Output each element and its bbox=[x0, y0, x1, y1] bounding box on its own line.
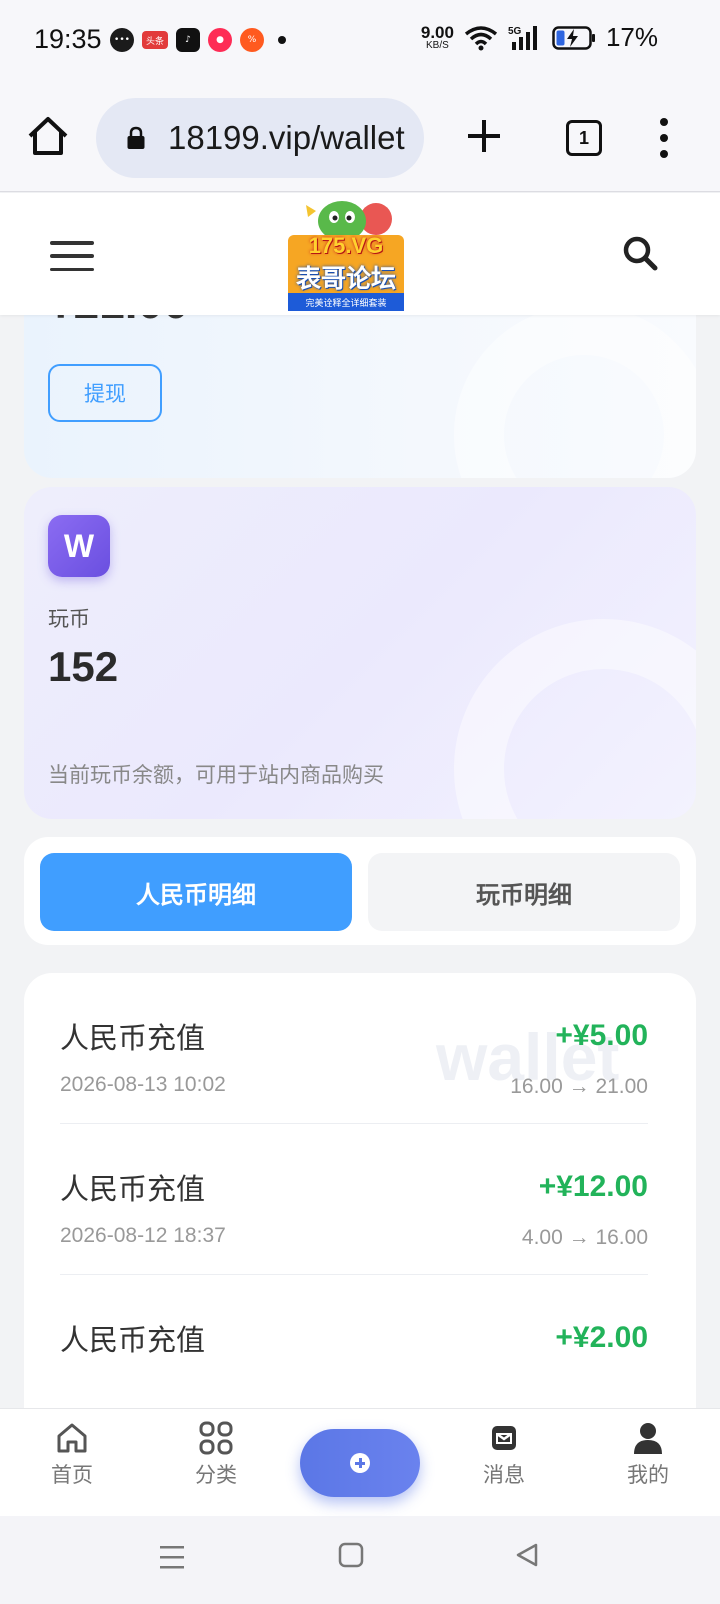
battery-percent: 17% bbox=[605, 22, 658, 52]
tab-coin-details[interactable]: 玩币明细 bbox=[368, 853, 680, 931]
nav-profile[interactable]: 我的 bbox=[598, 1421, 698, 1489]
wallet-content[interactable]: ¥21.00 提现 W 玩币 152 当前玩币余额，可用于站内商品购买 人民币明… bbox=[0, 315, 720, 1408]
transaction-list: wallet 人民币充值 2026-08-13 10:02 +¥5.00 16.… bbox=[24, 973, 696, 1408]
transaction-title: 人民币充值 bbox=[60, 1323, 206, 1357]
nav-messages-label: 消息 bbox=[483, 1463, 525, 1487]
detail-tabs: 人民币明细 玩币明细 bbox=[24, 837, 696, 945]
transaction-date: 2026-08-12 18:37 bbox=[60, 1224, 226, 1247]
new-tab-plus-icon[interactable] bbox=[466, 118, 502, 154]
toutiao-icon: 头条 bbox=[142, 31, 168, 49]
nav-category[interactable]: 分类 bbox=[166, 1421, 266, 1489]
transaction-amount: +¥12.00 bbox=[538, 1170, 648, 1203]
list-item[interactable]: 人民币充值 2026-08-13 10:02 +¥5.00 16.00 → 21… bbox=[60, 973, 648, 1124]
coin-badge: W bbox=[48, 515, 110, 577]
plus-circle-icon bbox=[350, 1453, 370, 1473]
transaction-balance-change: 16.00 → 21.00 bbox=[510, 1075, 648, 1098]
transaction-date: 2026-08-13 10:02 bbox=[60, 1073, 226, 1096]
withdraw-button[interactable]: 提现 bbox=[48, 364, 162, 422]
tiktok-icon: ♪ bbox=[176, 28, 200, 52]
logo-subtitle: 表哥论坛 bbox=[295, 264, 396, 293]
message-icon: ••• bbox=[110, 28, 134, 52]
coin-description: 当前玩币余额，可用于站内商品购买 bbox=[48, 763, 384, 787]
search-icon[interactable] bbox=[622, 235, 658, 271]
bottom-navigation: 首页 分类 消息 我的 bbox=[0, 1408, 720, 1516]
battery-charging-icon bbox=[552, 25, 595, 50]
rmb-balance-amount: ¥21.00 bbox=[48, 315, 189, 329]
nav-home[interactable]: 首页 bbox=[22, 1421, 122, 1489]
rmb-balance-card: ¥21.00 提现 bbox=[24, 315, 696, 478]
app-orange-icon: % bbox=[240, 28, 264, 52]
wifi-icon bbox=[464, 25, 498, 50]
nav-messages[interactable]: 消息 bbox=[454, 1421, 554, 1489]
logo-title: 175.VG bbox=[308, 233, 384, 258]
list-item[interactable]: 人民币充值 +¥2.00 bbox=[60, 1275, 648, 1408]
coin-balance-card: W 玩币 152 当前玩币余额，可用于站内商品购买 bbox=[24, 487, 696, 819]
transaction-balance-change: 4.00 → 16.00 bbox=[521, 1226, 648, 1249]
post-add-button[interactable] bbox=[300, 1429, 420, 1497]
site-logo[interactable]: 175.VG 表哥论坛 完美诠释全详细套装 bbox=[286, 197, 406, 311]
site-header: 175.VG 表哥论坛 完美诠释全详细套装 bbox=[0, 193, 720, 315]
status-bar: 19:35 ••• 头条 ♪ ● % 9.00 KB/S 5G 17% bbox=[0, 0, 720, 80]
home-icon[interactable] bbox=[26, 114, 70, 158]
browser-menu-icon[interactable] bbox=[656, 118, 672, 158]
address-bar[interactable]: 18199.vip/wallet bbox=[96, 98, 424, 178]
nav-home-label: 首页 bbox=[51, 1463, 93, 1487]
grid-icon bbox=[199, 1421, 233, 1455]
recent-apps-icon[interactable] bbox=[158, 1544, 186, 1570]
coin-label: 玩币 bbox=[48, 607, 90, 631]
net-speed-unit: KB/S bbox=[426, 40, 449, 51]
cellular-signal-icon: 5G bbox=[508, 25, 537, 50]
tab-switcher-button[interactable]: 1 bbox=[566, 120, 602, 156]
system-navigation-bar bbox=[0, 1516, 720, 1604]
svg-text:5G: 5G bbox=[508, 26, 522, 37]
tab-rmb-details[interactable]: 人民币明细 bbox=[40, 853, 352, 931]
lock-icon bbox=[127, 126, 145, 149]
system-home-icon[interactable] bbox=[338, 1542, 364, 1570]
status-time: 19:35 bbox=[34, 24, 102, 54]
status-right: 9.00 KB/S 5G 17% bbox=[421, 22, 658, 53]
browser-toolbar: 18199.vip/wallet 1 bbox=[0, 80, 720, 192]
tab-count: 1 bbox=[578, 127, 589, 148]
network-speed: 9.00 KB/S bbox=[421, 24, 454, 51]
transaction-title: 人民币充值 bbox=[60, 1172, 206, 1206]
logo-tagline: 完美诠释全详细套装 bbox=[290, 295, 402, 310]
nav-profile-label: 我的 bbox=[627, 1463, 669, 1487]
hamburger-menu-icon[interactable] bbox=[50, 241, 94, 271]
list-item[interactable]: 人民币充值 2026-08-12 18:37 +¥12.00 4.00 → 16… bbox=[60, 1124, 648, 1275]
transaction-title: 人民币充值 bbox=[60, 1021, 206, 1055]
transaction-amount: +¥2.00 bbox=[555, 1321, 648, 1354]
app-red-icon: ● bbox=[208, 28, 232, 52]
coin-balance-value: 152 bbox=[48, 643, 119, 690]
notification-icons: ••• 头条 ♪ ● % bbox=[110, 28, 286, 52]
nav-category-label: 分类 bbox=[195, 1463, 237, 1487]
envelope-icon bbox=[492, 1426, 516, 1450]
url-text[interactable]: 18199.vip/wallet bbox=[168, 119, 412, 157]
user-icon bbox=[634, 1423, 662, 1454]
home-outline-icon bbox=[57, 1423, 87, 1453]
back-icon[interactable] bbox=[514, 1542, 540, 1570]
more-notifications-dot bbox=[278, 36, 286, 44]
transaction-amount: +¥5.00 bbox=[555, 1019, 648, 1052]
net-speed-value: 9.00 bbox=[420, 23, 454, 42]
